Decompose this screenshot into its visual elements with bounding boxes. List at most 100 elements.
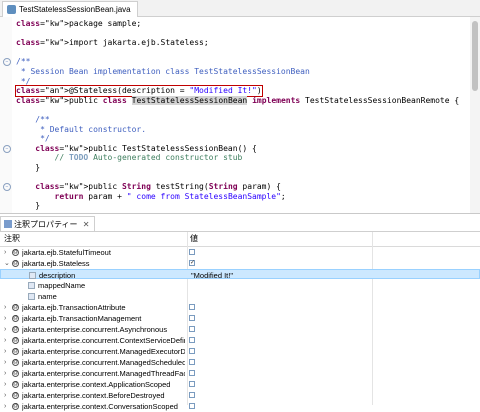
- tree-row[interactable]: › @ jakarta.enterprise.concurrent.ManagedE…: [0, 346, 480, 357]
- annotation-icon: @: [12, 381, 19, 388]
- annotation-icon: @: [12, 326, 19, 333]
- annotation-name: jakarta.ejb.Stateless: [22, 259, 90, 268]
- chevron-right-icon[interactable]: ›: [4, 357, 6, 368]
- header-value[interactable]: 値: [190, 232, 198, 246]
- close-icon[interactable]: ✕: [83, 220, 90, 229]
- code-line[interactable]: class="kw">public String testString(Stri…: [16, 182, 281, 192]
- editor-scrollbar[interactable]: [470, 17, 480, 213]
- annotation-icon: @: [12, 403, 19, 410]
- annotation-checkbox[interactable]: [189, 258, 195, 269]
- tree-row[interactable]: › @ jakarta.enterprise.concurrent.ManagedS…: [0, 357, 480, 368]
- chevron-right-icon[interactable]: ›: [4, 368, 6, 379]
- code-line[interactable]: class="kw">package sample;: [16, 19, 141, 29]
- annotation-checkbox[interactable]: [189, 370, 195, 376]
- code-line[interactable]: class="kw">import jakarta.ejb.Stateless;: [16, 38, 209, 48]
- chevron-right-icon[interactable]: ›: [4, 335, 6, 346]
- annotation-name: jakarta.enterprise.concurrent.ManagedThr…: [22, 369, 185, 378]
- annotation-checkbox[interactable]: [189, 403, 195, 409]
- tree-row[interactable]: ⌄ @ jakarta.ejb.Stateless: [0, 258, 480, 269]
- code-line[interactable]: * Default constructor.: [16, 125, 146, 135]
- code-line[interactable]: return param + " come from StatelessBean…: [16, 192, 286, 202]
- code-editor[interactable]: TestStatelessSessionBean.java class="kw"…: [0, 0, 480, 214]
- code-line[interactable]: class="kw">public TestStatelessSessionBe…: [16, 144, 257, 154]
- fold-toggle-icon[interactable]: −: [3, 144, 11, 153]
- tree-row[interactable]: description "Modified It!": [0, 269, 480, 280]
- panel-tab[interactable]: 注釈プロパティー ✕: [0, 216, 96, 232]
- annotation-icon: @: [12, 304, 19, 311]
- java-file-icon: [7, 5, 16, 14]
- annotation-name: jakarta.enterprise.concurrent.ManagedExe…: [22, 347, 185, 356]
- tree-row[interactable]: mappedName: [0, 280, 480, 291]
- code-line[interactable]: class="kw">public class TestStatelessSes…: [16, 95, 459, 106]
- annotation-name: jakarta.enterprise.context.BeforeDestroy…: [22, 391, 165, 400]
- annotation-checkbox[interactable]: [189, 304, 195, 310]
- tree-row[interactable]: › @ jakarta.enterprise.concurrent.Asynchro…: [0, 324, 480, 335]
- code-line[interactable]: * Session Bean implementation class Test…: [16, 67, 310, 77]
- code-line[interactable]: */: [16, 77, 31, 87]
- tree-row[interactable]: › @ jakarta.enterprise.context.Conversatio…: [0, 401, 480, 412]
- attribute-icon: [28, 282, 35, 289]
- chevron-right-icon[interactable]: ›: [4, 247, 6, 258]
- tree-row[interactable]: name: [0, 291, 480, 302]
- annotation-icon: @: [12, 315, 19, 322]
- editor-tab[interactable]: TestStatelessSessionBean.java: [2, 1, 138, 17]
- annotation-name: jakarta.enterprise.context.ConversationS…: [22, 402, 178, 411]
- code-line[interactable]: }: [16, 201, 40, 211]
- code-line[interactable]: */: [16, 134, 50, 144]
- header-annotation[interactable]: 注釈: [4, 232, 20, 246]
- scrollbar-thumb[interactable]: [472, 21, 478, 91]
- annotation-name: jakarta.enterprise.concurrent.ContextSer…: [22, 336, 185, 345]
- chevron-right-icon[interactable]: ›: [4, 313, 6, 324]
- code-line[interactable]: /**: [16, 115, 49, 125]
- annotation-name: jakarta.ejb.TransactionAttribute: [22, 303, 126, 312]
- annotation-name: jakarta.ejb.TransactionManagement: [22, 314, 142, 323]
- tree-row[interactable]: › @ jakarta.ejb.StatefulTimeout: [0, 247, 480, 258]
- chevron-right-icon[interactable]: ›: [4, 379, 6, 390]
- chevron-right-icon[interactable]: ›: [4, 302, 6, 313]
- properties-icon: [4, 220, 12, 228]
- panel-tab-label: 注釈プロパティー: [14, 220, 78, 229]
- annotation-icon: @: [12, 359, 19, 366]
- annotation-checkbox[interactable]: [189, 381, 195, 387]
- annotation-name: jakarta.enterprise.concurrent.Asynchrono…: [22, 325, 168, 334]
- annotation-checkbox[interactable]: [189, 326, 195, 332]
- annotation-properties-panel: 注釈プロパティー ✕ 注釈 値 › @ jakarta.ejb.StatefulTi…: [0, 214, 480, 411]
- chevron-right-icon[interactable]: ›: [4, 324, 6, 335]
- annotation-checkbox[interactable]: [189, 348, 195, 354]
- chevron-down-icon[interactable]: ⌄: [4, 258, 10, 269]
- annotation-checkbox[interactable]: [189, 359, 195, 365]
- annotation-name: jakarta.enterprise.context.ApplicationSc…: [22, 380, 171, 389]
- annotation-checkbox[interactable]: [189, 392, 195, 398]
- code-line[interactable]: /**: [16, 57, 30, 67]
- code-area[interactable]: class="kw">package sample; class="kw">imp…: [15, 17, 459, 213]
- tree-row[interactable]: › @ jakarta.ejb.TransactionManagement: [0, 313, 480, 324]
- annotation-icon: @: [12, 392, 19, 399]
- annotation-icon: @: [12, 337, 19, 344]
- annotation-icon: @: [12, 370, 19, 377]
- attribute-icon: [28, 293, 35, 300]
- editor-tab-label: TestStatelessSessionBean.java: [19, 5, 131, 14]
- annotation-checkbox[interactable]: [189, 315, 195, 321]
- annotation-name: jakarta.enterprise.concurrent.ManagedSch…: [22, 358, 185, 367]
- code-line[interactable]: // TODO Auto-generated constructor stub: [16, 153, 243, 163]
- editor-tabbar: TestStatelessSessionBean.java: [0, 0, 480, 17]
- tree-row[interactable]: › @ jakarta.ejb.TransactionAttribute: [0, 302, 480, 313]
- annotation-icon: @: [12, 348, 19, 355]
- attribute-icon: [29, 272, 36, 279]
- annotation-icon: @: [12, 249, 19, 256]
- annotation-checkbox[interactable]: [189, 337, 195, 343]
- tree-row[interactable]: › @ jakarta.enterprise.concurrent.ContextS…: [0, 335, 480, 346]
- annotation-icon: @: [12, 260, 19, 267]
- table-header: 注釈 値: [0, 232, 480, 247]
- annotation-name: name: [38, 292, 57, 301]
- tree-row[interactable]: › @ jakarta.enterprise.context.Application…: [0, 379, 480, 390]
- annotation-name: jakarta.ejb.StatefulTimeout: [22, 248, 111, 257]
- chevron-right-icon[interactable]: ›: [4, 346, 6, 357]
- chevron-right-icon[interactable]: ›: [4, 390, 6, 401]
- chevron-right-icon[interactable]: ›: [4, 401, 6, 412]
- tree-row[interactable]: › @ jakarta.enterprise.context.BeforeDestr…: [0, 390, 480, 401]
- code-line[interactable]: }: [16, 163, 40, 173]
- annotation-line-highlight[interactable]: class="an">@Stateless(description = "Mod…: [15, 85, 263, 98]
- tree-row[interactable]: › @ jakarta.enterprise.concurrent.ManagedT…: [0, 368, 480, 379]
- annotation-checkbox[interactable]: [189, 249, 195, 255]
